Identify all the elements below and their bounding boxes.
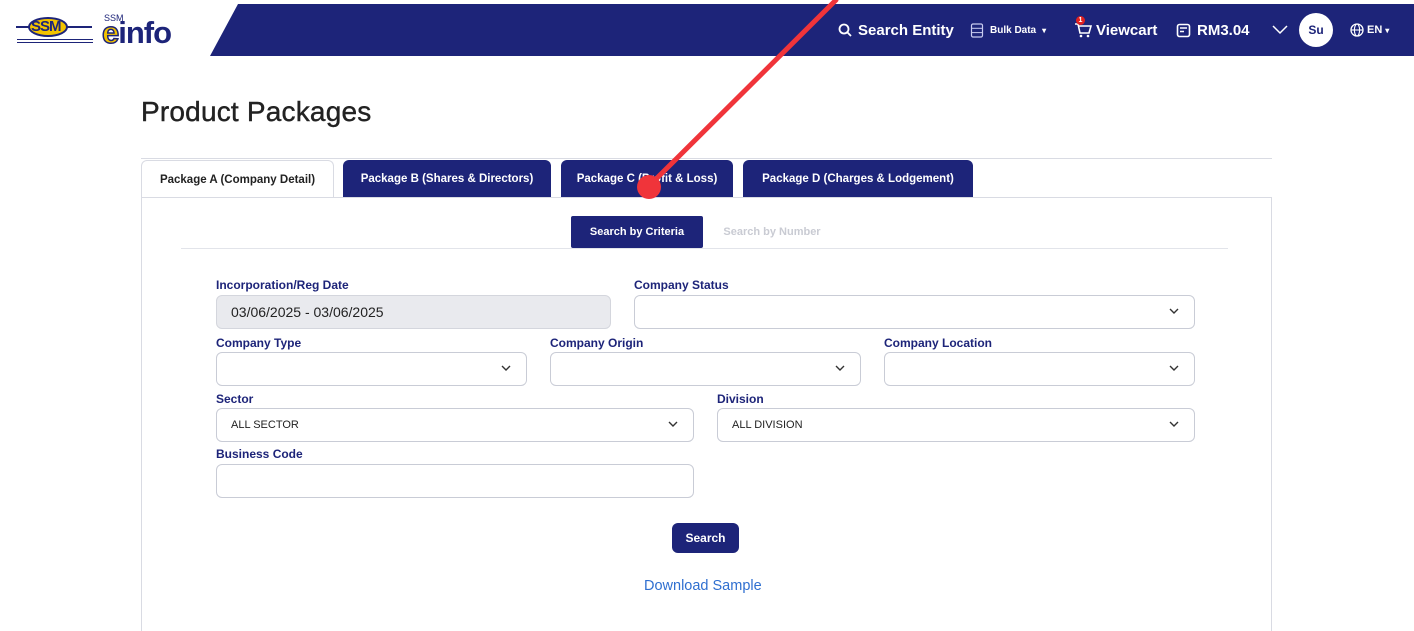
ssm-logo: SSM [14,15,96,45]
company-status-select[interactable] [634,295,1195,329]
sector-label: Sector [216,392,254,406]
business-code-input[interactable] [216,464,694,498]
chevron-down-icon [501,365,511,371]
business-code-label: Business Code [216,447,303,461]
database-icon [970,22,984,38]
company-type-label: Company Type [216,336,302,350]
search-entity-link[interactable]: Search Entity [838,4,954,56]
reg-date-field[interactable]: 03/06/2025 - 03/06/2025 [216,295,611,329]
company-location-select[interactable] [884,352,1195,386]
division-select[interactable]: ALL DIVISION [717,408,1195,442]
search-icon [838,23,852,37]
bulk-data-dropdown[interactable]: Bulk Data ▾ [970,4,1046,56]
chevron-down-icon [835,365,845,371]
company-location-label: Company Location [884,336,993,350]
tab-package-b[interactable]: Package B (Shares & Directors) [343,160,551,198]
cart-icon [1075,23,1092,38]
caret-down-icon: ▾ [1385,25,1390,35]
subtab-divider [181,248,1228,249]
tabs-divider [141,158,1272,159]
company-origin-select[interactable] [550,352,861,386]
reg-date-label: Incorporation/Reg Date [216,278,349,292]
chevron-down-icon [1169,365,1179,371]
chevron-down-icon [668,421,678,427]
balance-link[interactable]: RM3.04 [1176,4,1250,56]
ssm-einfo-logo[interactable]: SSM SSM einfo [14,10,202,51]
viewcart-link[interactable]: 1 Viewcart [1074,4,1157,56]
company-type-select[interactable] [216,352,527,386]
company-status-label: Company Status [634,278,729,292]
company-origin-label: Company Origin [550,336,644,350]
einfo-logo: SSM einfo [101,13,172,51]
tab-package-d[interactable]: Package D (Charges & Lodgement) [743,160,973,198]
caret-down-icon: ▾ [1042,25,1047,35]
download-sample-link[interactable]: Download Sample [644,578,762,594]
wallet-icon [1176,23,1191,37]
page-title: Product Packages [141,96,372,127]
division-label: Division [717,392,764,406]
tab-package-c[interactable]: Package C (Profit & Loss) [561,160,733,198]
tab-package-a[interactable]: Package A (Company Detail) [141,160,334,198]
chevron-down-icon[interactable] [1272,4,1288,56]
chevron-down-icon [1169,308,1179,314]
search-by-number-tab[interactable]: Search by Number [706,216,838,248]
globe-icon [1350,23,1364,37]
sector-select[interactable]: ALL SECTOR [216,408,694,442]
search-button[interactable]: Search [672,523,739,553]
chevron-down-icon [1169,421,1179,427]
cart-count-badge: 1 [1076,16,1085,25]
user-avatar[interactable]: Su [1299,4,1333,56]
search-by-criteria-tab[interactable]: Search by Criteria [571,216,703,248]
language-selector[interactable]: EN ▾ [1350,4,1389,56]
